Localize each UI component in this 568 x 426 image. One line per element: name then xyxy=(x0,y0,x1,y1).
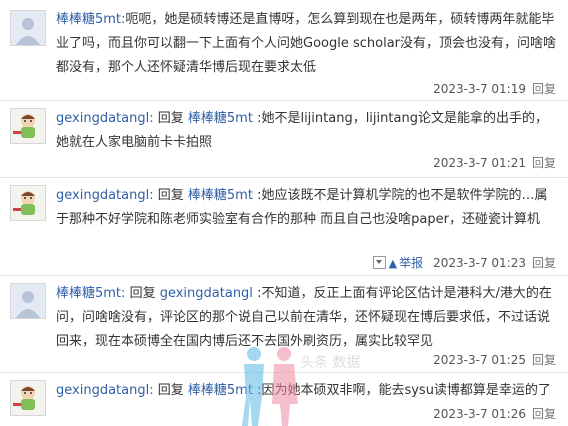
comment-text: 棒棒糖5mt:呃呃，她是硕转博还是直博呀，怎么算到现在也是两年，硕转博两年就能毕… xyxy=(56,8,556,80)
report-flag-icon: ▲ xyxy=(388,257,398,270)
comment-body: :因为她本硕双非啊，能去sysu读博都算是幸运的了 xyxy=(257,383,551,398)
comment-text: 棒棒糖5mt: 回复 gexingdatangl :不知道，反正上面有评论区估计… xyxy=(56,282,556,354)
comment-text: gexingdatangl: 回复 棒棒糖5mt :她应该既不是计算机学院的也不… xyxy=(56,184,556,232)
comment-meta: 2023-3-7 01:25 回复 xyxy=(433,350,556,370)
reply-button[interactable]: 回复 xyxy=(532,82,556,96)
comment-time: 2023-3-7 01:23 xyxy=(433,256,526,270)
avatar[interactable] xyxy=(10,185,46,221)
reply-word: 回复 xyxy=(157,188,184,203)
avatar[interactable] xyxy=(10,10,46,46)
comment-time: 2023-3-7 01:25 xyxy=(433,353,526,367)
comment-text: gexingdatangl: 回复 棒棒糖5mt :她不是lijintang，l… xyxy=(56,107,556,155)
comment-author[interactable]: gexingdatangl: xyxy=(56,111,154,126)
comment-time: 2023-3-7 01:21 xyxy=(433,156,526,170)
comment-item: gexingdatangl: 回复 棒棒糖5mt :因为她本硕双非啊，能去sys… xyxy=(0,373,568,426)
comment-body: 呃呃，她是硕转博还是直博呀，怎么算到现在也是两年，硕转博两年就能毕业了吗，而且你… xyxy=(56,12,557,75)
comment-item: gexingdatangl: 回复 棒棒糖5mt :她不是lijintang，l… xyxy=(0,101,568,177)
reply-to-user[interactable]: 棒棒糖5mt xyxy=(188,111,253,126)
comment-list: 棒棒糖5mt:呃呃，她是硕转博还是直博呀，怎么算到现在也是两年，硕转博两年就能毕… xyxy=(0,0,568,426)
comment-item: 棒棒糖5mt: 回复 gexingdatangl :不知道，反正上面有评论区估计… xyxy=(0,276,568,372)
report-button[interactable]: 举报 xyxy=(399,256,423,270)
cartoon-avatar-icon xyxy=(11,381,45,415)
avatar[interactable] xyxy=(10,283,46,319)
comment-item: gexingdatangl: 回复 棒棒糖5mt :她应该既不是计算机学院的也不… xyxy=(0,178,568,274)
default-avatar-icon xyxy=(11,11,45,45)
comment-text: gexingdatangl: 回复 棒棒糖5mt :因为她本硕双非啊，能去sys… xyxy=(56,379,556,403)
watermark-text: 头条 数据 xyxy=(300,355,361,371)
cartoon-avatar-icon xyxy=(11,186,45,220)
comment-author[interactable]: gexingdatangl: xyxy=(56,383,154,398)
reply-to-user[interactable]: gexingdatangl xyxy=(160,286,253,301)
comment-time: 2023-3-7 01:26 xyxy=(433,407,526,421)
reply-word: 回复 xyxy=(157,111,184,126)
comment-item: 棒棒糖5mt:呃呃，她是硕转博还是直博呀，怎么算到现在也是两年，硕转博两年就能毕… xyxy=(0,0,568,96)
expand-menu-icon[interactable] xyxy=(372,256,386,269)
reply-to-user[interactable]: 棒棒糖5mt xyxy=(188,383,253,398)
comment-meta: 2023-3-7 01:26 回复 xyxy=(433,404,556,424)
reply-button[interactable]: 回复 xyxy=(532,407,556,421)
avatar[interactable] xyxy=(10,108,46,144)
comment-author[interactable]: 棒棒糖5mt: xyxy=(56,286,125,301)
reply-word: 回复 xyxy=(129,286,156,301)
reply-button[interactable]: 回复 xyxy=(532,353,556,367)
comment-time: 2023-3-7 01:19 xyxy=(433,82,526,96)
avatar[interactable] xyxy=(10,380,46,416)
comment-author[interactable]: gexingdatangl: xyxy=(56,188,154,203)
default-avatar-icon xyxy=(11,284,45,318)
comment-meta: ▲ 举报 2023-3-7 01:23 回复 xyxy=(372,253,556,273)
cartoon-avatar-icon xyxy=(11,109,45,143)
reply-to-user[interactable]: 棒棒糖5mt xyxy=(188,188,253,203)
comment-author[interactable]: 棒棒糖5mt: xyxy=(56,12,125,27)
comment-meta: 2023-3-7 01:21 回复 xyxy=(433,153,556,173)
reply-word: 回复 xyxy=(157,383,184,398)
reply-button[interactable]: 回复 xyxy=(532,156,556,170)
comment-meta: 2023-3-7 01:19 回复 xyxy=(433,79,556,99)
reply-button[interactable]: 回复 xyxy=(532,256,556,270)
